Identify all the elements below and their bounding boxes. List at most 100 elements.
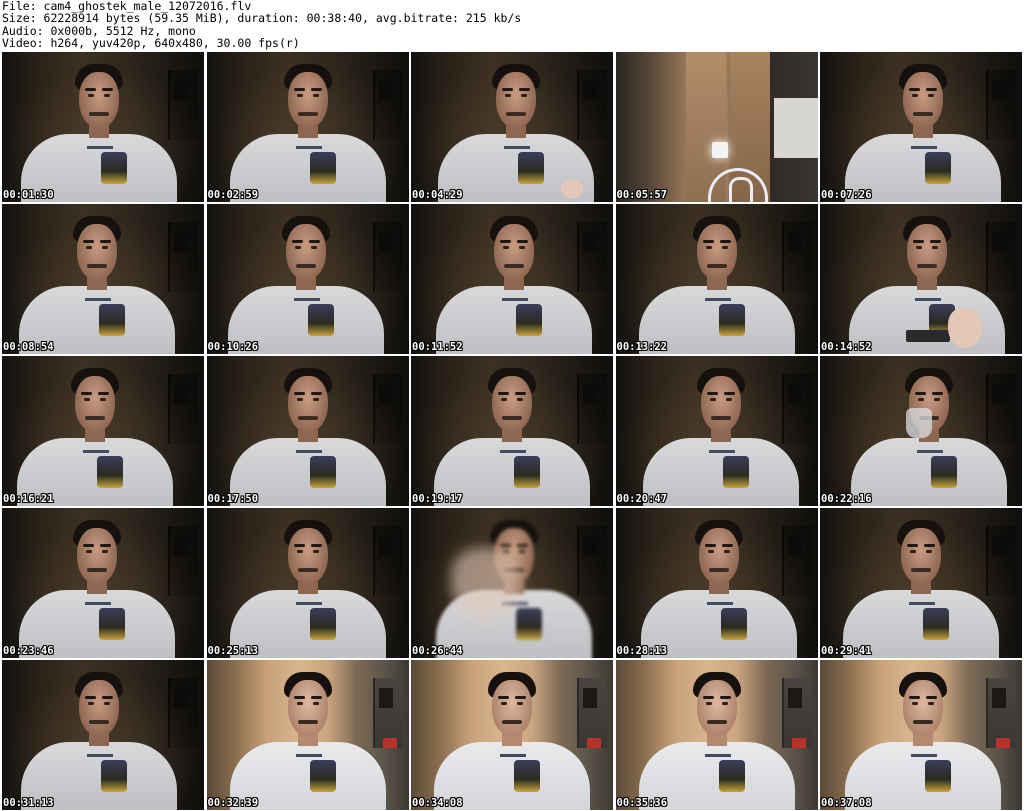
person-eye-l <box>294 246 301 249</box>
person-print <box>514 456 540 488</box>
person-eye-l <box>503 246 509 249</box>
video-thumbnail[interactable]: 00:29:41 <box>820 508 1022 658</box>
person-brow-l <box>706 392 718 395</box>
person-eye-l <box>501 398 507 401</box>
person-mustache <box>297 416 318 420</box>
person-eye-l <box>86 550 92 553</box>
person-print-text <box>502 298 528 301</box>
person-print-text <box>500 754 526 757</box>
video-thumbnail[interactable]: 00:19:17 <box>411 356 613 506</box>
video-thumbnail[interactable]: 00:01:30 <box>2 52 204 202</box>
person-print-text <box>500 450 526 453</box>
video-thumbnail[interactable]: 00:13:22 <box>615 204 818 354</box>
person-eye-l <box>88 702 94 705</box>
person-print-text <box>706 602 733 605</box>
person-face <box>698 528 739 584</box>
video-thumbnail[interactable]: 00:10:26 <box>206 204 409 354</box>
person-brow-l <box>291 240 303 243</box>
thumbnail-frame <box>615 660 818 810</box>
person-brow-l <box>915 392 926 395</box>
person-brow-l <box>502 88 513 91</box>
person-eye-l <box>709 398 716 401</box>
person-eye-r <box>521 94 527 97</box>
person-brow-l <box>498 696 509 699</box>
person-mustache <box>89 112 109 116</box>
thumbnail-frame <box>411 52 613 202</box>
thumbnail-timestamp: 00:14:52 <box>821 341 872 353</box>
person-brow-r <box>102 696 113 699</box>
person-print <box>718 760 745 792</box>
thumbnail-frame <box>411 508 613 658</box>
person-print <box>99 304 125 336</box>
video-thumbnail[interactable]: 00:04:29 <box>411 52 613 202</box>
thumbnail-grid: 00:01:30 00:02:59 00:04:29 00:05:57 00:07:26… <box>2 52 1022 810</box>
person-eye-r <box>104 94 110 97</box>
person-face <box>492 680 532 736</box>
person-brow-l <box>85 88 96 91</box>
video-thumbnail[interactable]: 00:22:16 <box>820 356 1022 506</box>
person-print <box>99 608 125 640</box>
video-thumbnail[interactable]: 00:17:50 <box>206 356 409 506</box>
person-eye-l <box>918 398 924 401</box>
background-shelf <box>372 374 403 444</box>
video-thumbnail[interactable]: 00:05:57 <box>615 52 818 202</box>
person-brow-l <box>702 240 714 243</box>
thumbnail-frame <box>2 356 204 506</box>
person-face <box>287 680 328 736</box>
person-mustache <box>502 416 522 420</box>
video-thumbnail[interactable]: 00:20:47 <box>615 356 818 506</box>
thumbnail-timestamp: 00:10:26 <box>207 341 259 353</box>
video-thumbnail[interactable]: 00:14:52 <box>820 204 1022 354</box>
thumbnail-timestamp: 00:16:21 <box>3 493 54 505</box>
thumbnail-timestamp: 00:35:36 <box>616 797 668 809</box>
person-eye-l <box>916 246 922 249</box>
video-thumbnail[interactable]: 00:07:26 <box>820 52 1022 202</box>
video-thumbnail[interactable]: 00:26:44 <box>411 508 613 658</box>
thumbnail-frame <box>820 356 1022 506</box>
background-shelf <box>986 526 1016 596</box>
person-print <box>718 304 745 336</box>
person-print <box>514 760 540 792</box>
person-eye-r <box>517 398 523 401</box>
person-print <box>925 760 951 792</box>
video-thumbnail[interactable]: 00:25:13 <box>206 508 409 658</box>
person-brow-r <box>517 544 528 547</box>
video-thumbnail[interactable]: 00:11:52 <box>411 204 613 354</box>
person-shirt <box>849 286 1005 354</box>
background-shelf <box>168 222 198 292</box>
person-print <box>309 152 336 184</box>
video-thumbnail[interactable]: 00:08:54 <box>2 204 204 354</box>
person-shirt <box>851 438 1007 506</box>
person-print <box>722 456 749 488</box>
person-eye-r <box>102 550 108 553</box>
size-duration-line: Size: 62228914 bytes (59.35 MiB), durati… <box>2 11 522 26</box>
person-print-text <box>909 602 935 605</box>
video-thumbnail[interactable]: 00:02:59 <box>206 52 409 202</box>
video-thumbnail[interactable]: 00:35:36 <box>615 660 818 810</box>
thumbnail-frame <box>615 204 818 354</box>
person-face <box>492 376 532 432</box>
background-shelf <box>168 374 198 444</box>
person-eye-l <box>707 550 714 553</box>
person-brow-l <box>83 240 94 243</box>
person-brow-r <box>932 392 943 395</box>
person-mustache <box>710 416 731 420</box>
thumbnail-timestamp: 00:23:46 <box>3 645 54 657</box>
thumbnail-frame <box>206 204 409 354</box>
video-thumbnail[interactable]: 00:28:13 <box>615 508 818 658</box>
person-mustache <box>297 720 318 724</box>
person-print <box>720 608 747 640</box>
video-thumbnail[interactable]: 00:31:13 <box>2 660 204 810</box>
person-brow-r <box>310 696 322 699</box>
video-thumbnail[interactable]: 00:16:21 <box>2 356 204 506</box>
person-mustache <box>87 568 107 572</box>
video-thumbnail[interactable]: 00:37:08 <box>820 660 1022 810</box>
person-eye-l <box>912 702 918 705</box>
video-thumbnail[interactable]: 00:32:39 <box>206 660 409 810</box>
person-eye-l <box>86 246 92 249</box>
person-mustache <box>297 568 318 572</box>
person-brow-l <box>498 392 509 395</box>
video-thumbnail[interactable]: 00:34:08 <box>411 660 613 810</box>
video-thumbnail[interactable]: 00:23:46 <box>2 508 204 658</box>
person-eye-r <box>721 246 728 249</box>
